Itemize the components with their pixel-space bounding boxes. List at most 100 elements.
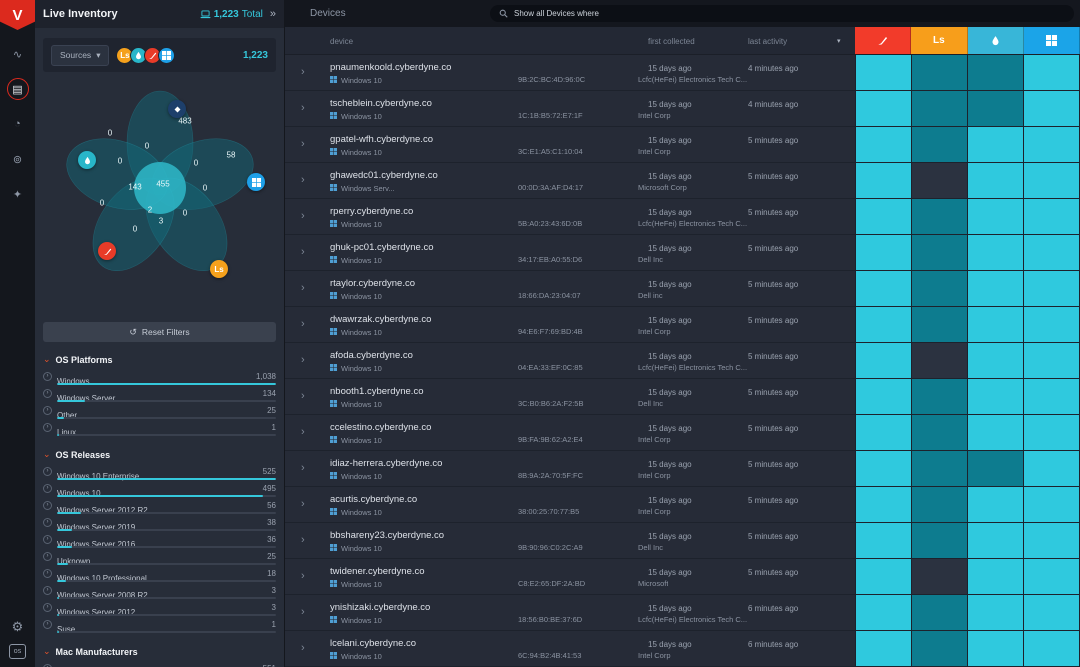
presence-cell[interactable] [968,199,1024,234]
presence-cell[interactable] [912,379,968,414]
source-orange-ls-icon[interactable]: Ls [210,260,228,278]
filter-target-icon[interactable]: › [43,467,52,476]
filter-target-icon[interactable]: › [43,501,52,510]
presence-cell[interactable] [968,523,1024,558]
collapse-panel-icon[interactable]: » [270,8,276,20]
device-name[interactable]: tscheblein.cyberdyne.co [330,98,432,109]
source-windows-icon[interactable] [158,47,175,64]
row-expand-chevron[interactable]: › [301,246,305,258]
presence-cell[interactable] [912,199,968,234]
filter-target-icon[interactable]: › [43,620,52,629]
presence-cell[interactable] [856,55,912,90]
filter-item[interactable]: ›Windows Server 201938 [43,517,276,534]
presence-cell[interactable] [912,55,968,90]
row-expand-chevron[interactable]: › [301,534,305,546]
presence-cell[interactable] [1024,91,1080,126]
presence-cell[interactable] [856,595,912,630]
device-row[interactable]: ›pnaumenkoold.cyberdyne.coWindows 109B:2… [285,55,1080,91]
device-row[interactable]: ›afoda.cyberdyne.coWindows 1004:EA:33:EF… [285,343,1080,379]
device-name[interactable]: rtaylor.cyberdyne.co [330,278,415,289]
filter-group-header[interactable]: ⌄OS Platforms [43,354,276,365]
presence-cell[interactable] [968,595,1024,630]
filter-item[interactable]: ›Other25 [43,405,276,422]
presence-cell[interactable] [1024,235,1080,270]
os-badge[interactable]: os [9,644,26,659]
device-name[interactable]: acurtis.cyberdyne.co [330,494,417,505]
settings-gear-icon[interactable]: ⚙ [12,619,24,635]
device-search[interactable] [490,5,1074,22]
presence-cell[interactable] [968,91,1024,126]
device-row[interactable]: ›bbshareny23.cyberdyne.coWindows 109B:90… [285,523,1080,559]
presence-cell[interactable] [1024,271,1080,306]
filter-item[interactable]: ›Windows Server 20123 [43,602,276,619]
filter-target-icon[interactable]: › [43,484,52,493]
presence-cell[interactable] [856,415,912,450]
presence-cell[interactable] [912,271,968,306]
presence-cell[interactable] [968,487,1024,522]
row-expand-chevron[interactable]: › [301,462,305,474]
row-expand-chevron[interactable]: › [301,642,305,654]
filter-item[interactable]: ›Linux1 [43,422,276,439]
presence-cell[interactable] [912,127,968,162]
filter-target-icon[interactable]: › [43,535,52,544]
device-row[interactable]: ›idiaz-herrera.cyberdyne.coWindows 108B:… [285,451,1080,487]
filter-group-header[interactable]: ⌄Mac Manufacturers [43,646,276,657]
presence-cell[interactable] [1024,379,1080,414]
presence-cell[interactable] [912,631,968,666]
row-expand-chevron[interactable]: › [301,354,305,366]
source-orange-ls-column[interactable]: Ls [911,27,967,54]
device-row[interactable]: ›ghawedc01.cyberdyne.coWindows Serv...00… [285,163,1080,199]
presence-cell[interactable] [912,523,968,558]
presence-cell[interactable] [856,271,912,306]
source-red-icon[interactable] [98,242,116,260]
row-expand-chevron[interactable]: › [301,390,305,402]
presence-cell[interactable] [968,271,1024,306]
row-expand-chevron[interactable]: › [301,138,305,150]
reset-filters-button[interactable]: ↺ Reset Filters [43,322,276,342]
presence-cell[interactable] [968,55,1024,90]
row-expand-chevron[interactable]: › [301,102,305,114]
device-row[interactable]: ›dwawrzak.cyberdyne.coWindows 1094:E6:F7… [285,307,1080,343]
pulse-icon[interactable]: ∿ [7,43,29,65]
presence-cell[interactable] [912,487,968,522]
filter-target-icon[interactable]: › [43,423,52,432]
presence-cell[interactable] [1024,595,1080,630]
presence-cell[interactable] [856,199,912,234]
device-row[interactable]: ›gpatel-wfh.cyberdyne.coWindows 103C:E1:… [285,127,1080,163]
col-device[interactable]: device [330,37,353,46]
presence-cell[interactable] [912,91,968,126]
filter-item[interactable]: ›Windows Server 2012 R256 [43,500,276,517]
source-teal-icon[interactable] [78,151,96,169]
device-name[interactable]: gpatel-wfh.cyberdyne.co [330,134,433,145]
presence-cell[interactable] [856,163,912,198]
row-expand-chevron[interactable]: › [301,174,305,186]
device-row[interactable]: ›lcelani.cyberdyne.coWindows 106C:94:B2:… [285,631,1080,667]
sources-icon[interactable]: ⊚ [7,148,29,170]
presence-cell[interactable] [968,559,1024,594]
network-icon[interactable]: ✦ [7,183,29,205]
presence-cell[interactable] [912,451,968,486]
device-row[interactable]: ›acurtis.cyberdyne.coWindows 1038:00:25:… [285,487,1080,523]
device-name[interactable]: nbooth1.cyberdyne.co [330,386,423,397]
presence-cell[interactable] [1024,451,1080,486]
search-input[interactable] [514,9,1065,18]
presence-cell[interactable] [912,307,968,342]
presence-cell[interactable] [912,415,968,450]
presence-cell[interactable] [912,235,968,270]
device-name[interactable]: ghawedc01.cyberdyne.co [330,170,438,181]
presence-cell[interactable] [856,631,912,666]
row-expand-chevron[interactable]: › [301,66,305,78]
presence-cell[interactable] [1024,415,1080,450]
filter-target-icon[interactable]: › [43,372,52,381]
device-row[interactable]: ›ccelestino.cyberdyne.coWindows 109B:FA:… [285,415,1080,451]
presence-cell[interactable] [856,487,912,522]
filter-target-icon[interactable]: › [43,518,52,527]
presence-cell[interactable] [1024,523,1080,558]
filter-target-icon[interactable]: › [43,586,52,595]
presence-cell[interactable] [856,127,912,162]
presence-cell[interactable] [1024,343,1080,378]
filter-item[interactable]: ›Windows Server134 [43,388,276,405]
presence-cell[interactable] [968,127,1024,162]
row-expand-chevron[interactable]: › [301,210,305,222]
device-name[interactable]: idiaz-herrera.cyberdyne.co [330,458,442,469]
